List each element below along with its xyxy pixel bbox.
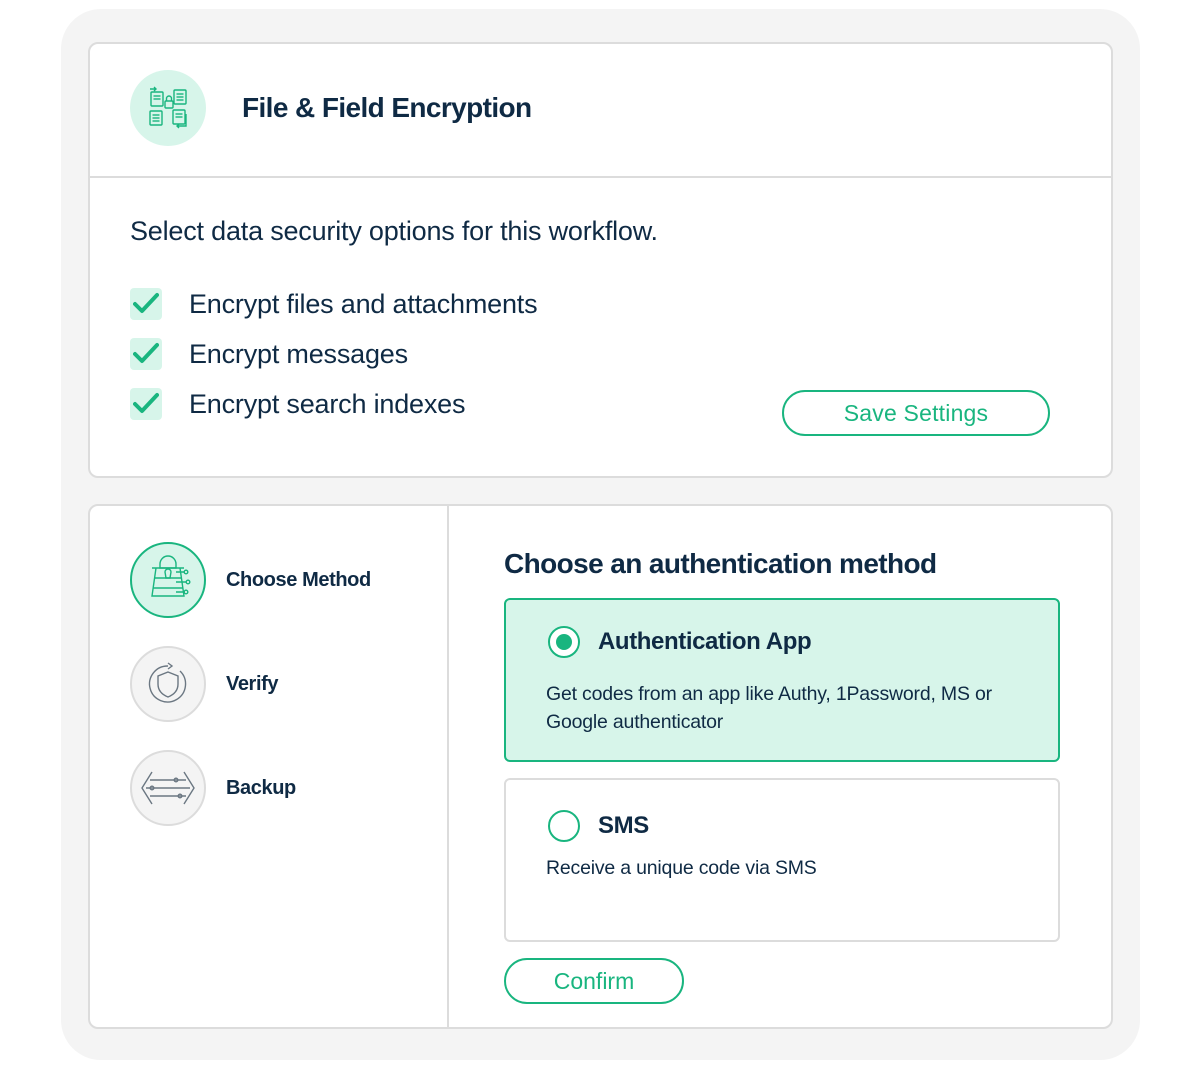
step-label: Verify xyxy=(226,672,279,695)
encryption-subtitle: Select data security options for this wo… xyxy=(130,216,658,246)
checkbox-checked[interactable] xyxy=(130,288,162,320)
encryption-card-header: File & Field Encryption xyxy=(90,44,1111,178)
option-encrypt-files[interactable]: Encrypt files and attachments xyxy=(130,288,538,320)
auth-method-title: Choose an authentication method xyxy=(504,548,937,579)
method-title: SMS xyxy=(598,812,649,839)
shield-refresh-icon xyxy=(130,646,206,722)
radio-selected[interactable] xyxy=(548,626,580,658)
checkmark-icon xyxy=(133,343,159,363)
method-title: Authentication App xyxy=(598,628,812,655)
encryption-card: File & Field Encryption Select data secu… xyxy=(88,42,1113,478)
data-lines-icon xyxy=(130,750,206,826)
radio-unselected[interactable] xyxy=(548,810,580,842)
radio-dot xyxy=(556,634,572,650)
step-label: Choose Method xyxy=(226,568,371,591)
method-description: Receive a unique code via SMS xyxy=(546,857,817,879)
step-label: Backup xyxy=(226,776,296,799)
option-label: Encrypt search indexes xyxy=(189,388,466,419)
keyhole-circuit-icon xyxy=(130,542,206,618)
save-settings-button[interactable]: Save Settings xyxy=(782,390,1050,436)
checkbox-checked[interactable] xyxy=(130,338,162,370)
confirm-button[interactable]: Confirm xyxy=(504,958,684,1004)
option-label: Encrypt files and attachments xyxy=(189,288,538,319)
checkbox-checked[interactable] xyxy=(130,388,162,420)
panel-divider xyxy=(447,506,449,1027)
option-encrypt-messages[interactable]: Encrypt messages xyxy=(130,338,408,370)
method-option-authentication-app[interactable]: Authentication App Get codes from an app… xyxy=(504,598,1060,762)
step-choose-method[interactable]: Choose Method xyxy=(130,542,371,618)
encryption-title: File & Field Encryption xyxy=(242,92,532,123)
step-backup[interactable]: Backup xyxy=(130,750,296,826)
step-verify[interactable]: Verify xyxy=(130,646,278,722)
checkmark-icon xyxy=(133,393,159,413)
file-encryption-icon xyxy=(130,70,206,146)
option-encrypt-search-indexes[interactable]: Encrypt search indexes xyxy=(130,388,465,420)
checkmark-icon xyxy=(133,293,159,313)
option-label: Encrypt messages xyxy=(189,338,408,369)
method-description: Get codes from an app like Authy, 1Passw… xyxy=(546,683,992,733)
authentication-card: Choose Method Verify Backup Choose an au… xyxy=(88,504,1113,1029)
method-option-sms[interactable]: SMS Receive a unique code via SMS xyxy=(504,778,1060,942)
